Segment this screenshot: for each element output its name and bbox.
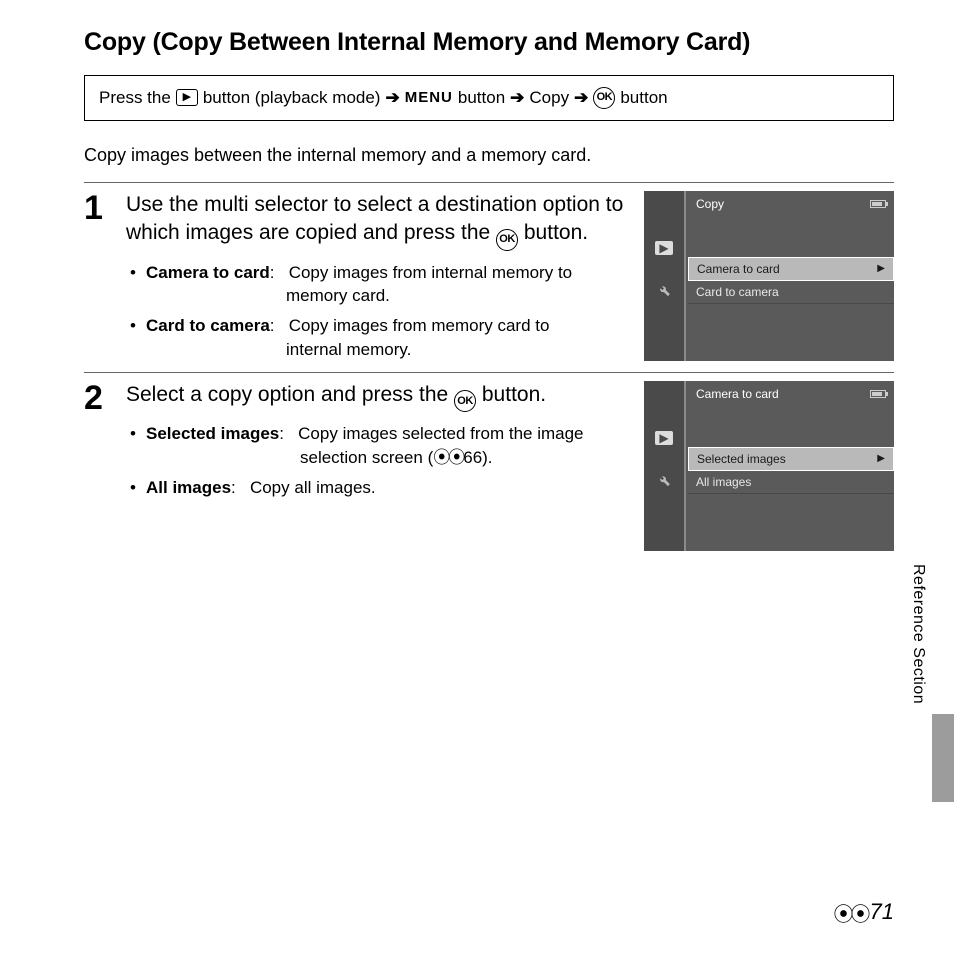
step-heading-text: button. (518, 221, 588, 244)
bullet-definition: Copy images from memory card to (289, 316, 550, 335)
ok-button-icon: OK (454, 390, 476, 412)
menu-row-selected: Camera to card ▶ (688, 257, 894, 281)
bullet-item: Card to camera: Copy images from memory … (146, 314, 626, 362)
wrench-icon (655, 283, 673, 297)
breadcrumb-text: button (playback mode) (203, 86, 381, 110)
breadcrumb-text: button (620, 86, 667, 110)
reference-icon: ⦿⦿ (433, 448, 463, 467)
ok-button-icon: OK (593, 87, 615, 109)
menu-row-label: Selected images (697, 452, 786, 466)
colon: : (279, 424, 284, 443)
bullet-definition: memory card. (146, 284, 626, 308)
screen-title-text: Camera to card (696, 387, 779, 401)
colon: : (270, 263, 275, 282)
bullet-term: Camera to card (146, 263, 270, 282)
colon: : (270, 316, 275, 335)
bullet-definition: selection screen (⦿⦿66). (146, 446, 626, 470)
step-2: 2 Select a copy option and press the OK … (84, 372, 894, 551)
ok-button-icon: OK (496, 229, 518, 251)
bullet-definition: Copy images from internal memory to (289, 263, 572, 282)
bullet-item: All images: Copy all images. (146, 476, 626, 500)
playback-mode-icon: ▶ (655, 241, 673, 255)
section-side-label: Reference Section (909, 564, 927, 704)
chevron-right-icon: ▶ (877, 263, 885, 274)
bullet-item: Camera to card: Copy images from interna… (146, 261, 626, 309)
arrow-icon: ➔ (574, 86, 588, 110)
screen-sidebar: ▶ (644, 381, 686, 551)
bullet-definition: Copy images selected from the image (298, 424, 583, 443)
screen-title-text: Copy (696, 197, 724, 211)
arrow-icon: ➔ (385, 86, 399, 110)
bullet-text: selection screen ( (300, 448, 433, 467)
menu-row-label: All images (696, 475, 751, 489)
breadcrumb-text: Copy (529, 86, 569, 110)
bullet-item: Selected images: Copy images selected fr… (146, 422, 626, 470)
camera-screen-illustration: ▶ Camera to card Selected images ▶ All i (644, 381, 894, 551)
chevron-right-icon: ▶ (877, 453, 885, 464)
menu-row: Card to camera (688, 281, 894, 304)
bullet-definition: internal memory. (146, 338, 626, 362)
reference-section-icon: ⦿⦿ (834, 898, 868, 927)
step-heading-text: button. (476, 383, 546, 406)
menu-row-selected: Selected images ▶ (688, 447, 894, 471)
step-heading: Select a copy option and press the OK bu… (126, 381, 626, 412)
arrow-icon: ➔ (510, 86, 524, 110)
playback-mode-icon: ▶ (655, 431, 673, 445)
menu-button-label: MENU (405, 87, 453, 108)
navigation-path-box: Press the ▶ button (playback mode) ➔ MEN… (84, 75, 894, 121)
page-number-value: 71 (870, 899, 894, 925)
breadcrumb-text: button (458, 86, 505, 110)
page-number: ⦿⦿ 71 (834, 897, 894, 926)
bullet-term: Selected images (146, 424, 279, 443)
screen-header: Camera to card (688, 381, 894, 405)
menu-row-label: Camera to card (697, 262, 780, 276)
colon: : (231, 478, 236, 497)
step-heading: Use the multi selector to select a desti… (126, 191, 626, 251)
screen-sidebar: ▶ (644, 191, 686, 361)
battery-icon (870, 200, 886, 208)
playback-button-icon: ▶ (176, 89, 198, 106)
intro-text: Copy images between the internal memory … (84, 145, 894, 166)
section-tab-marker (932, 714, 954, 802)
bullet-term: All images (146, 478, 231, 497)
bullet-definition: Copy all images. (250, 478, 376, 497)
bullet-text: 66). (463, 448, 492, 467)
step-number: 2 (84, 381, 108, 551)
step-number: 1 (84, 191, 108, 368)
screen-header: Copy (688, 191, 894, 215)
page-title: Copy (Copy Between Internal Memory and M… (84, 28, 894, 57)
menu-row-label: Card to camera (696, 285, 779, 299)
step-heading-text: Select a copy option and press the (126, 383, 454, 406)
wrench-icon (655, 473, 673, 487)
battery-icon (870, 390, 886, 398)
camera-screen-illustration: ▶ Copy Camera to card ▶ Card to camera (644, 191, 894, 361)
bullet-term: Card to camera (146, 316, 270, 335)
step-1: 1 Use the multi selector to select a des… (84, 182, 894, 368)
menu-row: All images (688, 471, 894, 494)
breadcrumb-text: Press the (99, 86, 171, 110)
